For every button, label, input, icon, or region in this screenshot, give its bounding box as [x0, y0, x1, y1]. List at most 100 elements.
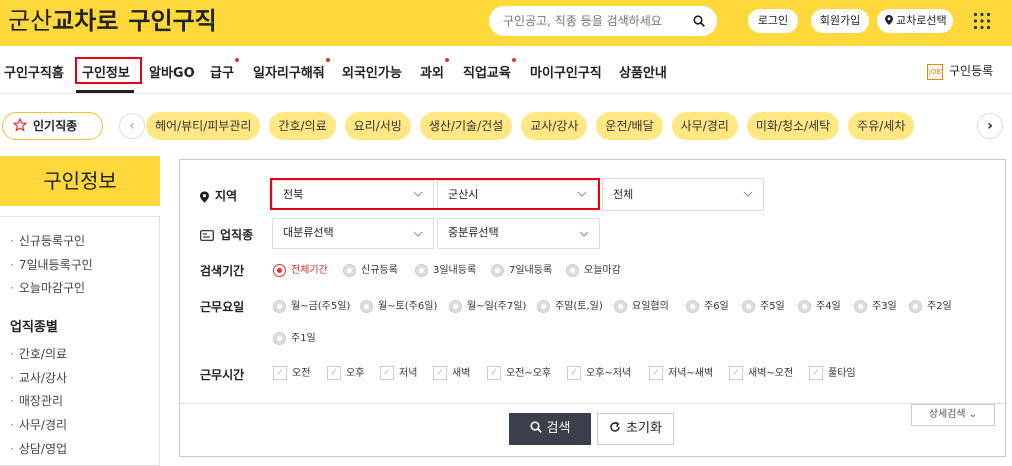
- reset-button-label: 초기화: [626, 421, 662, 436]
- chip-driving[interactable]: 운전/배달: [596, 112, 663, 140]
- chip-cooking[interactable]: 요리/서빙: [344, 112, 411, 140]
- period-radio-7days-label: 7일내등록: [509, 265, 553, 276]
- nav-tutoring[interactable]: 과외: [420, 58, 449, 81]
- period-radio-new[interactable]: 신규등록: [343, 261, 398, 277]
- worktime-checkbox[interactable]: ✓ 저녁~새벽: [649, 364, 713, 380]
- search-icon[interactable]: [693, 15, 705, 27]
- workdays-radio[interactable]: 주말(토,일): [537, 297, 603, 313]
- worktime-checkbox-label: 새벽~오전: [748, 368, 794, 379]
- worktime-checkbox[interactable]: ✓ 새벽~오전: [729, 364, 793, 380]
- popular-jobs-button[interactable]: 인기직종: [2, 112, 103, 140]
- search-button[interactable]: 검색: [509, 413, 591, 445]
- reset-button[interactable]: 초기화: [597, 413, 674, 445]
- search-input[interactable]: [503, 14, 688, 28]
- worktime-checkbox[interactable]: ✓ 저녁: [380, 364, 417, 380]
- workdays-radio-label: 월~토(주6일): [378, 301, 438, 312]
- sidebar-category-item[interactable]: 교사/강사: [10, 369, 67, 386]
- radio-indicator: [415, 263, 428, 277]
- workdays-radio[interactable]: 요일협의: [614, 297, 669, 313]
- worktime-checkbox[interactable]: ✓ 오전: [273, 364, 310, 380]
- nav-home[interactable]: 구인구직홈: [4, 62, 64, 81]
- chips-prev-button[interactable]: ‹: [119, 113, 145, 139]
- period-radio-3days[interactable]: 3일내등록: [415, 261, 476, 277]
- chip-nursing[interactable]: 간호/의료: [269, 112, 336, 140]
- radio-indicator: [686, 299, 699, 313]
- login-button[interactable]: 로그인: [748, 9, 798, 33]
- workdays-radio-label: 주1일: [291, 333, 316, 344]
- worktime-checkbox-label: 오후~저녁: [586, 368, 632, 379]
- workdays-radio[interactable]: 월~금(주5일): [273, 297, 350, 313]
- nav-urgent[interactable]: 급구: [210, 58, 239, 81]
- region-label: 지역: [200, 187, 237, 204]
- chip-hair-beauty[interactable]: 헤어/뷰티/피부관리: [146, 112, 261, 140]
- worktime-checkbox[interactable]: ✓ 오후~저녁: [567, 364, 631, 380]
- sidebar-category-item[interactable]: 상담/영업: [10, 440, 67, 457]
- workdays-radio[interactable]: 주6일: [686, 297, 729, 313]
- worktime-checkbox[interactable]: ✓ 오후: [327, 364, 364, 380]
- period-radio-all[interactable]: 전체기간: [273, 261, 328, 277]
- region-select-button[interactable]: 교차로선택: [877, 9, 953, 33]
- chip-production[interactable]: 생산/기술/건설: [419, 112, 513, 140]
- star-icon: [13, 118, 27, 132]
- chip-cleaning[interactable]: 미화/청소/세탁: [746, 112, 840, 140]
- workdays-radio-label: 월~금(주5일): [291, 301, 351, 312]
- nav-education-label: 직업교육: [463, 66, 511, 81]
- logo-section: 구인구직: [128, 7, 217, 35]
- job-main-category-select[interactable]: 대분류선택: [272, 218, 434, 249]
- worktime-checkbox-label: 오전: [292, 368, 311, 379]
- period-radio-today[interactable]: 오늘마감: [566, 261, 621, 277]
- workdays-radio[interactable]: 주2일: [909, 297, 952, 313]
- chip-gas-station[interactable]: 주유/세차: [848, 112, 915, 140]
- district-select[interactable]: 전체: [602, 178, 764, 211]
- refresh-icon: [610, 421, 620, 432]
- sidebar-link-7days[interactable]: 7일내등록구인: [10, 256, 93, 273]
- radio-selected-indicator: [273, 263, 286, 277]
- period-radio-7days[interactable]: 7일내등록: [491, 261, 552, 277]
- search-button-label: 검색: [546, 421, 571, 436]
- period-radio-new-label: 신규등록: [361, 265, 398, 276]
- detail-search-button[interactable]: 상세검색 ⌄: [911, 404, 995, 426]
- sidebar-category-item[interactable]: 매장관리: [10, 392, 63, 409]
- nav-education[interactable]: 직업교육: [463, 58, 516, 81]
- new-dot: [444, 58, 449, 62]
- nav-albago[interactable]: 알바GO: [149, 62, 195, 81]
- job-register-button[interactable]: JOB 구인등록: [927, 62, 993, 80]
- period-radio-3days-label: 3일내등록: [433, 265, 477, 276]
- workdays-radio[interactable]: 월~일(주7일): [449, 297, 526, 313]
- active-nav-underline: [76, 90, 134, 93]
- job-sub-category-select[interactable]: 중분류선택: [437, 218, 600, 249]
- checkbox-box: ✓: [729, 366, 743, 380]
- radio-indicator: [360, 299, 373, 313]
- workdays-radio[interactable]: 주4일: [798, 297, 841, 313]
- chip-office[interactable]: 사무/경리: [671, 112, 738, 140]
- chips-next-button[interactable]: ›: [977, 113, 1003, 139]
- worktime-checkbox[interactable]: ✓ 새벽: [433, 364, 470, 380]
- nav-products[interactable]: 상품안내: [619, 62, 667, 81]
- radio-indicator: [537, 299, 550, 313]
- workdays-radio-label: 월~일(주7일): [467, 301, 527, 312]
- signup-button[interactable]: 회원가입: [811, 9, 869, 33]
- radio-indicator: [491, 263, 504, 277]
- workdays-radio[interactable]: 주1일: [273, 329, 316, 345]
- sidebar-category-item[interactable]: 간호/의료: [10, 345, 67, 362]
- nav-my-page[interactable]: 마이구인구직: [530, 62, 602, 81]
- sidebar-link-today[interactable]: 오늘마감구인: [10, 279, 85, 296]
- chip-teacher[interactable]: 교사/강사: [521, 112, 588, 140]
- chevron-down-icon: [413, 231, 423, 237]
- worktime-checkbox-label: 저녁: [399, 368, 418, 379]
- workdays-radio[interactable]: 주3일: [854, 297, 897, 313]
- worktime-checkbox[interactable]: ✓ 오전~오후: [487, 364, 551, 380]
- workdays-radio[interactable]: 주5일: [742, 297, 785, 313]
- sidebar-link-new[interactable]: 신규등록구인: [10, 232, 85, 249]
- main-nav: 구인구직홈 구인정보 알바GO 급구 일자리구해줘 외국인가능 과외 직업교육 …: [0, 46, 1012, 94]
- checkbox-box: ✓: [380, 366, 394, 380]
- nav-foreigner[interactable]: 외국인가능: [342, 62, 402, 81]
- menu-grid-icon[interactable]: [973, 12, 991, 30]
- nav-find-job[interactable]: 일자리구해줘: [253, 58, 330, 81]
- radio-indicator: [449, 299, 462, 313]
- worktime-checkbox[interactable]: ✓ 풀타임: [809, 364, 856, 380]
- period-radio-all-label: 전체기간: [291, 265, 328, 276]
- workdays-radio[interactable]: 월~토(주6일): [360, 297, 437, 313]
- sidebar-category-item[interactable]: 사무/경리: [10, 416, 67, 433]
- site-logo[interactable]: 군산교차로 구인구직: [8, 5, 217, 37]
